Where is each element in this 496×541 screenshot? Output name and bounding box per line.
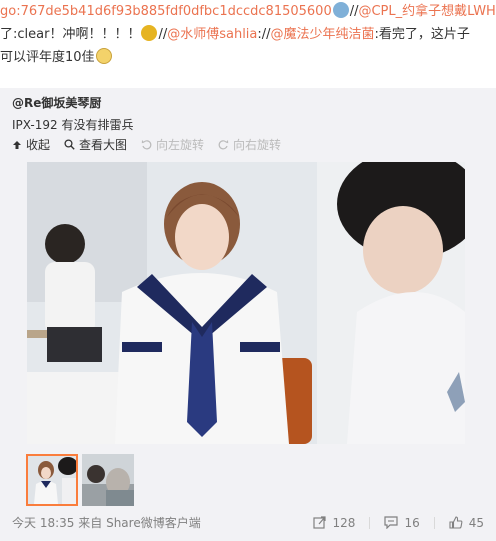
repost-card: @Re御坂美琴厨 IPX-192 有没有排雷兵 收起 查看大图 向左旋转 向右旋… xyxy=(0,88,496,541)
like-count: 45 xyxy=(468,515,484,530)
rotate-left-label: 向左旋转 xyxy=(156,138,205,152)
mention-link[interactable]: @水师傅sahlia xyxy=(167,27,257,42)
image-toolbar: 收起 查看大图 向左旋转 向右旋转 xyxy=(12,136,295,153)
collapse-label: 收起 xyxy=(26,138,51,152)
post-text-span: 了:clear！冲啊！！！！ xyxy=(0,27,141,42)
post-hash-link[interactable]: go:767de5b41d6f93b885fdf0dfbc1dccdc81505… xyxy=(0,4,332,19)
mention-link[interactable]: @魔法少年纯洁菌 xyxy=(271,27,375,42)
rotate-left-button[interactable]: 向左旋转 xyxy=(141,136,204,153)
zoom-icon xyxy=(64,139,75,150)
rotate-left-icon xyxy=(141,140,152,150)
comment-count: 16 xyxy=(404,515,420,530)
source-prefix: 来自 xyxy=(78,516,103,530)
collapse-icon xyxy=(13,140,21,149)
repost-button[interactable]: 128 xyxy=(312,515,356,530)
separator: :// xyxy=(257,27,271,42)
emoji-icon xyxy=(332,2,349,18)
divider xyxy=(369,516,371,529)
large-photo[interactable] xyxy=(27,162,465,444)
repost-text: IPX-192 有没有排雷兵 xyxy=(12,118,134,132)
post-text: go:767de5b41d6f93b885fdf0dfbc1dccdc81505… xyxy=(0,0,496,88)
emoji-icon xyxy=(95,48,112,64)
post-stats: 128 16 45 xyxy=(299,516,484,530)
thumbnail-image xyxy=(82,454,134,506)
collapse-button[interactable]: 收起 xyxy=(12,136,50,153)
thumbnail-image xyxy=(28,456,76,504)
post-text-span: 可以评年度10佳 xyxy=(0,50,95,65)
photo-image xyxy=(27,162,465,444)
emoji-icon xyxy=(141,25,158,41)
rotate-right-label: 向右旋转 xyxy=(233,138,282,152)
comment-button[interactable]: 16 xyxy=(384,515,420,530)
post-text-span: :看完了，这片子 xyxy=(374,27,470,42)
post-line-2: 了:clear！冲啊！！！！ //@水师傅sahlia://@魔法少年纯洁菌:看完… xyxy=(0,23,470,46)
post-line-3: 可以评年度10佳 xyxy=(0,46,113,69)
thumbnail-1[interactable] xyxy=(26,454,78,506)
post-footer: 今天 18:35 来自 Share微博客户端 128 16 45 xyxy=(12,514,484,531)
like-button[interactable]: 45 xyxy=(449,516,484,530)
thumbnail-2[interactable] xyxy=(82,454,134,506)
mention-link[interactable]: @CPL_约拿子想戴LWH xyxy=(358,4,495,19)
repost-count: 128 xyxy=(332,515,356,530)
post-line-1: go:767de5b41d6f93b885fdf0dfbc1dccdc81505… xyxy=(0,0,496,23)
post-source[interactable]: Share微博客户端 xyxy=(106,516,201,530)
rotate-right-icon xyxy=(218,140,229,150)
rotate-right-button[interactable]: 向右旋转 xyxy=(218,136,281,153)
comment-icon xyxy=(384,516,399,529)
view-large-label: 查看大图 xyxy=(79,138,128,152)
thumbnail-strip xyxy=(26,454,138,506)
repost-icon xyxy=(312,516,326,529)
view-large-button[interactable]: 查看大图 xyxy=(64,136,127,153)
thumbs-up-icon xyxy=(449,516,463,529)
post-time[interactable]: 今天 18:35 xyxy=(12,516,74,530)
repost-author[interactable]: @Re御坂美琴厨 xyxy=(12,94,101,111)
separator: // xyxy=(158,27,168,42)
divider xyxy=(433,516,435,529)
post-meta: 今天 18:35 来自 Share微博客户端 xyxy=(12,514,201,531)
